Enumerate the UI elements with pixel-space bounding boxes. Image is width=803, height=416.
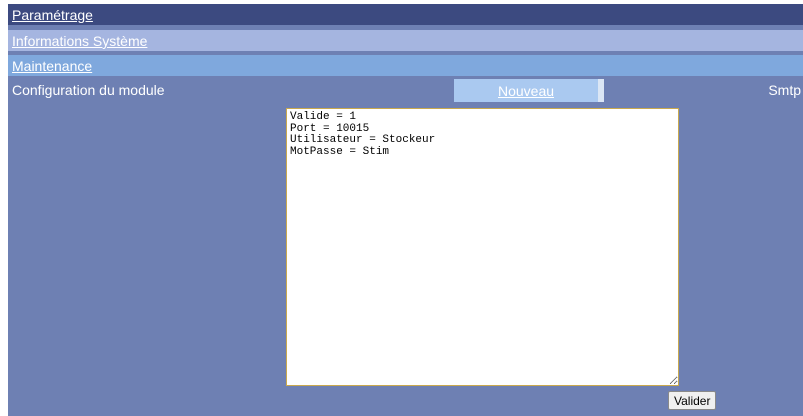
link-parametrage[interactable]: Paramétrage — [12, 7, 93, 23]
nav-bar-parametrage: Paramétrage — [8, 4, 803, 25]
config-title: Configuration du module — [12, 82, 165, 98]
tab-nouveau[interactable]: Nouveau — [454, 79, 604, 102]
nav-bar-maintenance: Maintenance — [8, 55, 803, 76]
link-informations-systeme[interactable]: Informations Système — [12, 33, 147, 49]
link-nouveau[interactable]: Nouveau — [498, 83, 554, 99]
config-textarea[interactable]: Valide = 1 Port = 10015 Utilisateur = St… — [286, 108, 679, 386]
config-header-row: Configuration du module Nouveau Smtp — [8, 79, 803, 103]
module-name-label: Smtp — [768, 82, 801, 98]
valider-button[interactable]: Valider — [668, 391, 717, 410]
link-maintenance[interactable]: Maintenance — [12, 58, 92, 74]
nav-bar-informations-systeme: Informations Système — [8, 30, 803, 51]
